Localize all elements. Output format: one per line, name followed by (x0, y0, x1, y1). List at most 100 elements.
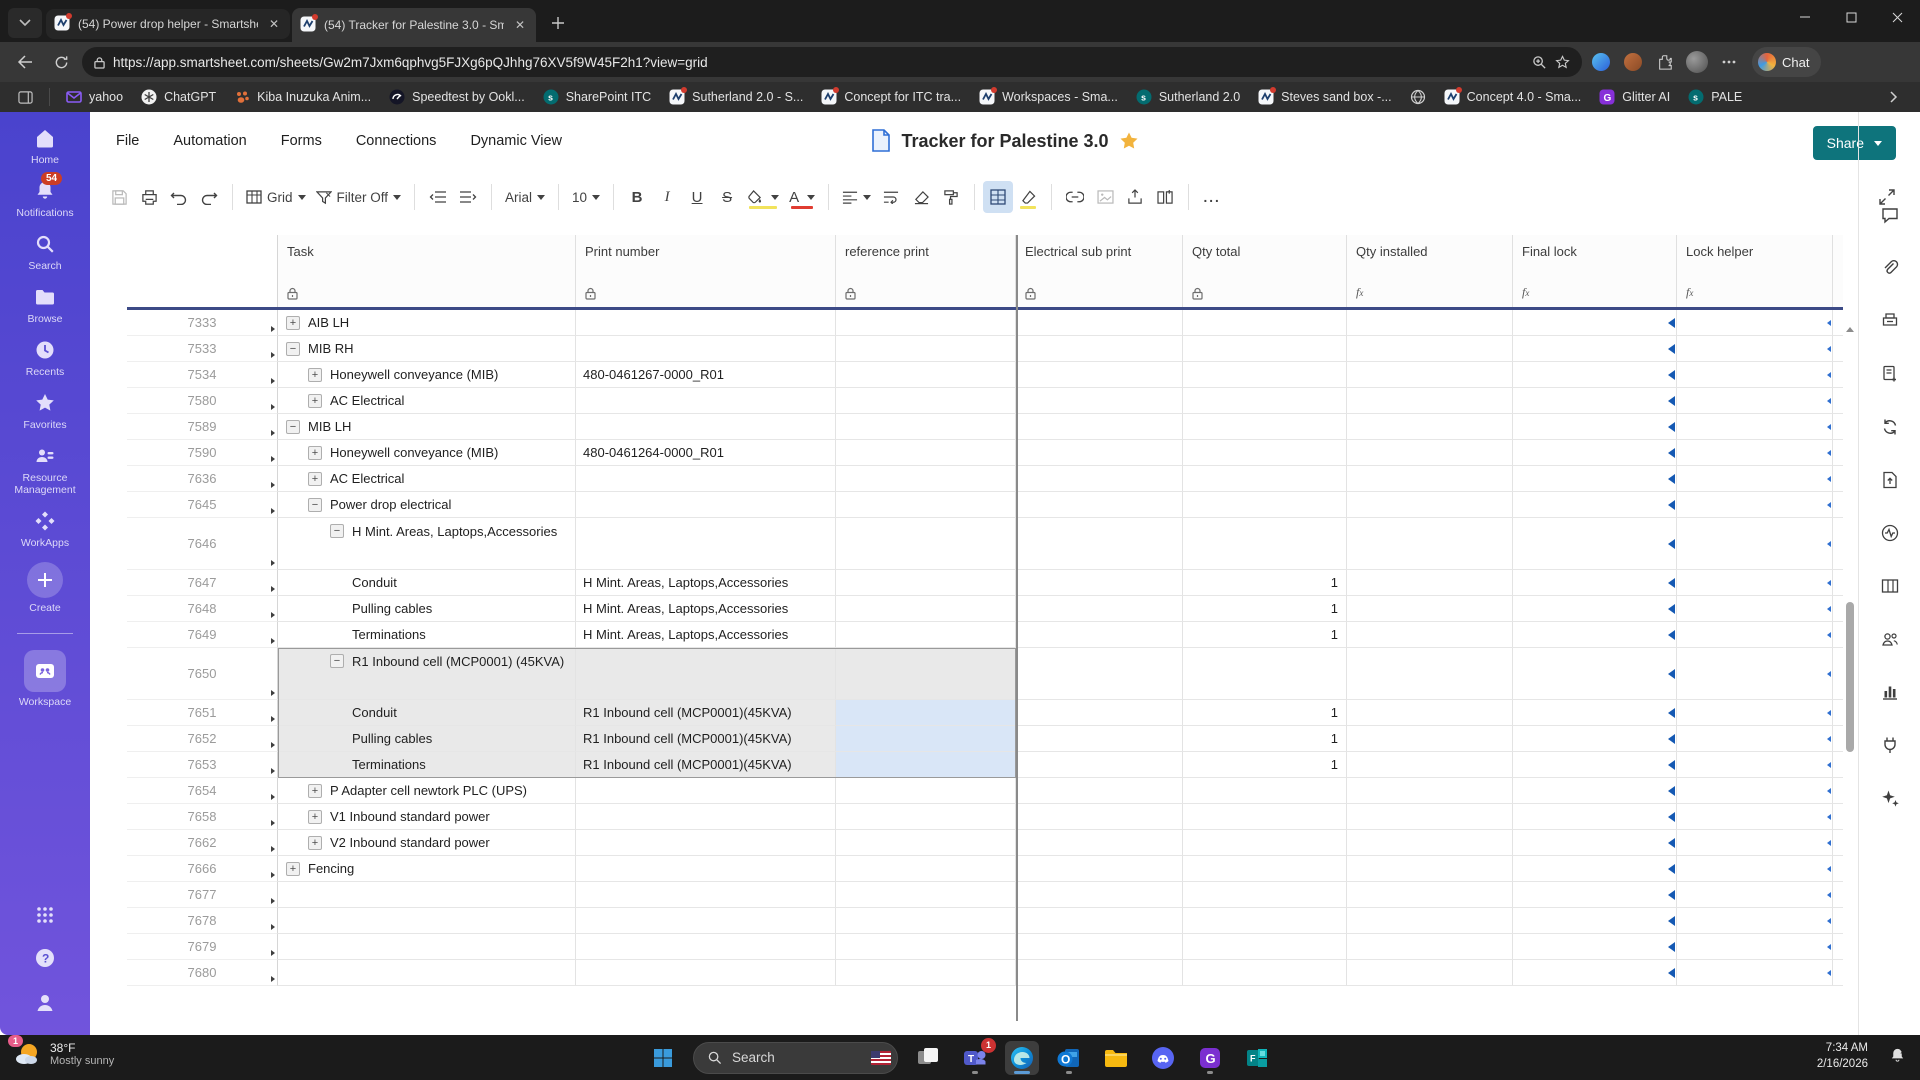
taskbar-app-outlook[interactable]: O (1052, 1041, 1086, 1075)
cell-final-lock[interactable] (1513, 596, 1677, 622)
cell-reference-print[interactable] (836, 518, 1016, 570)
expand-toggle[interactable]: + (286, 316, 300, 330)
sidebar-create-button[interactable]: Create (0, 562, 90, 614)
taskbar-app-file-explorer[interactable] (1099, 1041, 1133, 1075)
row-number[interactable]: 7645 (127, 492, 278, 518)
sidebar-workspace-button[interactable]: Workspace (0, 650, 90, 708)
view-selector[interactable]: Grid (241, 181, 311, 213)
cell-qty-installed[interactable] (1347, 908, 1513, 934)
undo-icon[interactable] (164, 181, 194, 213)
cell-qty-installed[interactable] (1347, 752, 1513, 778)
cell-qty-installed[interactable] (1347, 960, 1513, 986)
cell-reference-print[interactable] (836, 414, 1016, 440)
cell-qty-installed[interactable] (1347, 388, 1513, 414)
cell-final-lock[interactable] (1513, 570, 1677, 596)
cell-final-lock[interactable] (1513, 726, 1677, 752)
cell-electrical-sub-print[interactable] (1016, 882, 1183, 908)
cell-lock-helper[interactable] (1677, 388, 1833, 414)
text-color-button[interactable]: A (784, 181, 820, 213)
cell-qty-total[interactable]: 1 (1183, 622, 1347, 648)
collapse-toggle[interactable]: − (330, 654, 344, 668)
help-icon[interactable]: ? (34, 947, 56, 969)
collapse-toggle[interactable]: − (286, 420, 300, 434)
cell-print-number[interactable] (576, 934, 836, 960)
cell-electrical-sub-print[interactable] (1016, 856, 1183, 882)
cell-qty-total[interactable] (1183, 856, 1347, 882)
row-number[interactable]: 7580 (127, 388, 278, 414)
cell-electrical-sub-print[interactable] (1016, 310, 1183, 336)
bookmark-item[interactable]: Steves sand box -... (1250, 86, 1399, 108)
cell-task[interactable]: +Fencing (278, 856, 576, 882)
row-number[interactable]: 7677 (127, 882, 278, 908)
bookmark-item[interactable]: Speedtest by Ookl... (381, 86, 533, 108)
rail-sync-icon[interactable] (1871, 408, 1909, 446)
extensions-puzzle-icon[interactable] (1652, 49, 1678, 75)
cell-print-number[interactable] (576, 518, 836, 570)
cell-final-lock[interactable] (1513, 778, 1677, 804)
cell-lock-helper[interactable] (1677, 700, 1833, 726)
cell-print-number[interactable] (576, 856, 836, 882)
profile-avatar[interactable] (1684, 49, 1710, 75)
cell-qty-installed[interactable] (1347, 648, 1513, 700)
expand-toggle[interactable]: + (308, 836, 322, 850)
cell-lock-helper[interactable] (1677, 778, 1833, 804)
collapse-toggle[interactable]: − (286, 342, 300, 356)
expand-toggle[interactable]: + (308, 810, 322, 824)
notification-bell-icon[interactable]: z (1889, 1047, 1906, 1064)
cell-link-icon[interactable] (1060, 181, 1090, 213)
cell-final-lock[interactable] (1513, 622, 1677, 648)
taskbar-clock[interactable]: 7:34 AM 2/16/2026 (1817, 1040, 1868, 1072)
cell-qty-installed[interactable] (1347, 414, 1513, 440)
cell-final-lock[interactable] (1513, 492, 1677, 518)
cell-electrical-sub-print[interactable] (1016, 778, 1183, 804)
cell-final-lock[interactable] (1513, 882, 1677, 908)
cell-qty-total[interactable] (1183, 414, 1347, 440)
cell-qty-installed[interactable] (1347, 492, 1513, 518)
row-number[interactable]: 7636 (127, 466, 278, 492)
cell-qty-total[interactable] (1183, 882, 1347, 908)
cell-task[interactable]: +AC Electrical (278, 466, 576, 492)
collapse-toggle[interactable]: − (330, 524, 344, 538)
insert-image-icon[interactable] (1090, 181, 1120, 213)
cell-electrical-sub-print[interactable] (1016, 726, 1183, 752)
bookmark-item[interactable]: ChatGPT (133, 86, 224, 108)
expand-toggle[interactable]: + (286, 862, 300, 876)
cell-qty-installed[interactable] (1347, 310, 1513, 336)
cell-lock-helper[interactable] (1677, 414, 1833, 440)
row-number[interactable]: 7680 (127, 960, 278, 986)
cell-print-number[interactable] (576, 830, 836, 856)
tab-close-icon[interactable]: ✕ (266, 17, 282, 31)
cell-print-number[interactable] (576, 492, 836, 518)
cell-print-number[interactable] (576, 882, 836, 908)
cell-qty-installed[interactable] (1347, 440, 1513, 466)
column-header-print-number[interactable]: Print number (576, 235, 836, 307)
cell-qty-total[interactable]: 1 (1183, 700, 1347, 726)
bookmark-item[interactable]: sSharePoint ITC (535, 86, 659, 108)
cell-electrical-sub-print[interactable] (1016, 934, 1183, 960)
bookmark-item[interactable]: Sutherland 2.0 - S... (661, 86, 811, 108)
cell-qty-total[interactable] (1183, 648, 1347, 700)
close-icon[interactable] (1874, 0, 1920, 34)
taskbar-app-forms[interactable]: F (1240, 1041, 1274, 1075)
cell-lock-helper[interactable] (1677, 596, 1833, 622)
cell-electrical-sub-print[interactable] (1016, 570, 1183, 596)
cell-electrical-sub-print[interactable] (1016, 752, 1183, 778)
cell-task[interactable]: +P Adapter cell newtork PLC (UPS) (278, 778, 576, 804)
row-number[interactable]: 7658 (127, 804, 278, 830)
cell-print-number[interactable]: R1 Inbound cell (MCP0001)(45KVA) (576, 726, 836, 752)
frozen-column-divider[interactable] (1016, 235, 1018, 1021)
expand-toggle[interactable]: + (308, 368, 322, 382)
row-number[interactable]: 7333 (127, 310, 278, 336)
cell-task[interactable]: −R1 Inbound cell (MCP0001) (45KVA) (278, 648, 576, 700)
bookmark-star-icon[interactable] (1555, 55, 1570, 70)
cell-qty-total[interactable] (1183, 440, 1347, 466)
rail-chart-icon[interactable] (1871, 673, 1909, 711)
format-painter-icon[interactable] (936, 181, 966, 213)
rail-publish-icon[interactable] (1871, 461, 1909, 499)
indent-icon[interactable] (453, 181, 483, 213)
cell-final-lock[interactable] (1513, 518, 1677, 570)
cell-lock-helper[interactable] (1677, 882, 1833, 908)
cell-final-lock[interactable] (1513, 960, 1677, 986)
browser-menu-icon[interactable] (1716, 49, 1742, 75)
column-header-lock-helper[interactable]: Lock helperfx (1677, 235, 1833, 307)
